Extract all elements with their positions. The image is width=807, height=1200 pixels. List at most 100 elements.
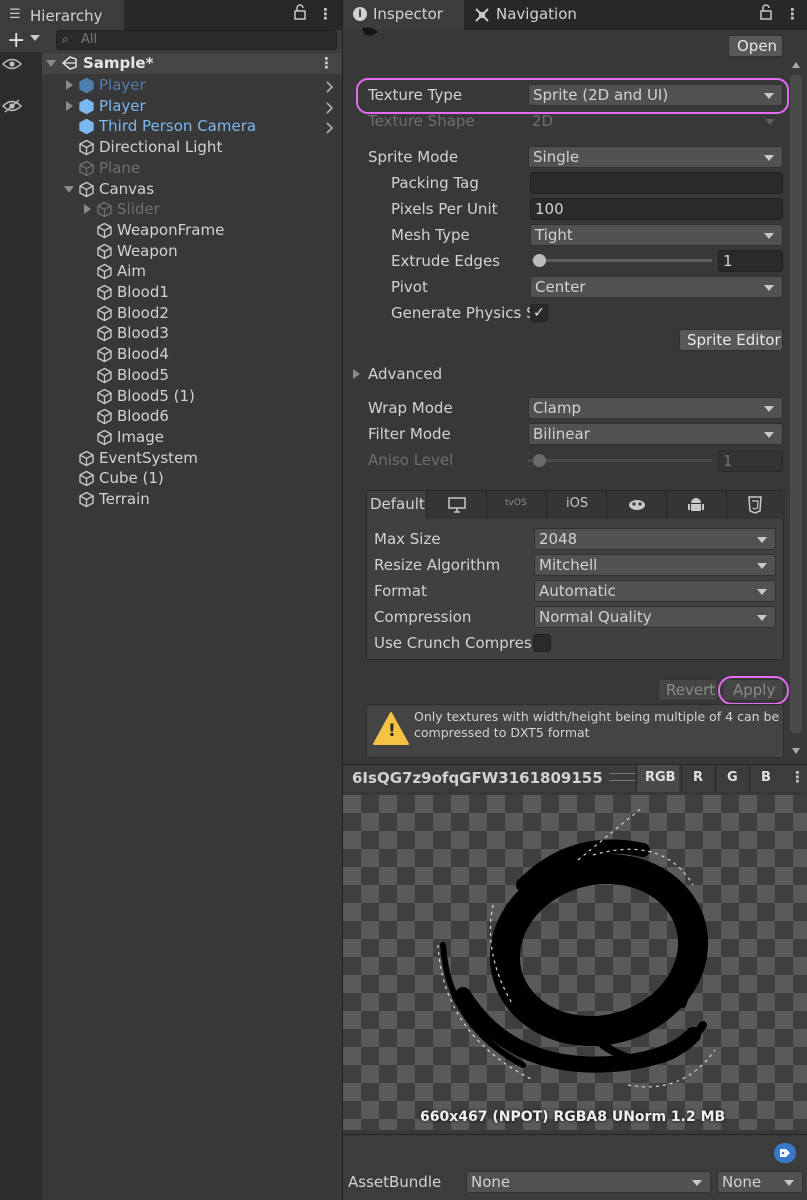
search-icon: ⌕ <box>62 32 69 46</box>
hierarchy-row[interactable]: Image <box>42 427 342 448</box>
platform-tab-standalone[interactable] <box>427 491 487 519</box>
foldout-collapsed-icon[interactable] <box>353 369 360 379</box>
foldout-expanded-icon[interactable] <box>46 60 56 67</box>
channel-button[interactable]: RGB <box>636 765 679 792</box>
platform-tab-default[interactable]: Default <box>367 491 427 519</box>
hierarchy-row[interactable]: Cube (1) <box>42 468 342 489</box>
advanced-foldout[interactable]: Advanced <box>368 365 442 383</box>
lock-icon[interactable] <box>293 4 307 24</box>
channel-button[interactable]: R <box>681 765 713 792</box>
hierarchy-row[interactable]: Blood6 <box>42 406 342 427</box>
mesh-type-value: Tight <box>535 226 573 244</box>
hierarchy-row[interactable]: Player <box>42 96 342 117</box>
asset-bundle-label: AssetBundle <box>348 1173 442 1191</box>
format-dropdown[interactable]: Automatic <box>534 580 776 602</box>
tab-inspector-label: Inspector <box>373 5 443 23</box>
compression-dropdown[interactable]: Normal Quality <box>534 606 776 628</box>
sprite-editor-button[interactable]: Sprite Editor <box>679 329 783 351</box>
label-tag-icon[interactable] <box>774 1143 796 1163</box>
hierarchy-row[interactable]: WeaponFrame <box>42 220 342 241</box>
scene-row[interactable]: Sample* ⋮ <box>42 53 342 74</box>
extrude-edges-input[interactable]: 1 <box>718 250 783 272</box>
use-crunch-label: Use Crunch Compress <box>374 634 532 652</box>
use-crunch-checkbox[interactable] <box>533 634 551 652</box>
hierarchy-row[interactable]: Canvas <box>42 179 342 200</box>
chevron-right-icon[interactable] <box>326 120 334 138</box>
hierarchy-row[interactable]: Blood2 <box>42 303 342 324</box>
hierarchy-row[interactable]: Weapon <box>42 241 342 262</box>
hierarchy-row[interactable]: Player <box>42 75 342 96</box>
packing-tag-input[interactable] <box>530 172 783 194</box>
pixels-per-unit-input[interactable]: 100 <box>530 198 783 220</box>
hierarchy-tab[interactable]: ☰ Hierarchy <box>0 0 124 30</box>
platform-tab-default-label: Default <box>370 495 425 513</box>
hierarchy-row[interactable]: Blood5 (1) <box>42 386 342 407</box>
more-menu-icon[interactable]: ⋮ <box>318 5 333 23</box>
revert-button[interactable]: Revert <box>658 679 718 701</box>
ink-circle-image <box>437 806 716 1088</box>
chevron-right-icon[interactable] <box>326 100 334 118</box>
chevron-right-icon[interactable] <box>326 79 334 97</box>
platform-tab-webgl[interactable] <box>607 491 667 519</box>
hierarchy-item-label: Blood3 <box>117 324 169 343</box>
max-size-label: Max Size <box>374 530 441 548</box>
hierarchy-item-label: Blood4 <box>117 345 169 364</box>
aniso-level-label: Aniso Level <box>368 451 454 469</box>
hierarchy-row[interactable]: Terrain <box>42 489 342 510</box>
add-button[interactable]: + <box>7 28 25 53</box>
scene-menu-icon[interactable]: ⋮ <box>319 54 334 72</box>
tab-navigation[interactable]: Navigation <box>466 0 596 30</box>
hierarchy-row[interactable]: Plane <box>42 158 342 179</box>
extrude-edges-label: Extrude Edges <box>391 252 500 270</box>
scroll-down-icon[interactable] <box>792 748 800 754</box>
hierarchy-row[interactable]: Slider <box>42 199 342 220</box>
asset-bundle-dropdown[interactable]: None <box>466 1171 711 1193</box>
pixels-per-unit-label: Pixels Per Unit <box>391 200 498 218</box>
hierarchy-row[interactable]: EventSystem <box>42 448 342 469</box>
channel-button[interactable]: G <box>715 765 747 792</box>
hierarchy-row[interactable]: Aim <box>42 261 342 282</box>
hierarchy-row[interactable]: Third Person Camera <box>42 116 342 137</box>
hierarchy-item-label: EventSystem <box>99 448 198 467</box>
open-button[interactable]: Open <box>728 35 783 57</box>
platform-tab-tvos[interactable]: tvOS <box>487 491 547 519</box>
chevron-down-icon[interactable] <box>30 35 40 41</box>
chevron-down-icon <box>757 589 767 595</box>
eye-icon[interactable] <box>2 57 22 75</box>
asset-bundle-variant-dropdown[interactable]: None <box>717 1171 803 1193</box>
lock-icon[interactable] <box>759 4 773 24</box>
hierarchy-row[interactable]: Blood3 <box>42 323 342 344</box>
format-label: Format <box>374 582 427 600</box>
hierarchy-row[interactable]: Directional Light <box>42 137 342 158</box>
pivot-dropdown[interactable]: Center <box>530 276 783 298</box>
platform-tab-android[interactable] <box>667 491 727 519</box>
sprite-mode-dropdown[interactable]: Single <box>528 146 783 168</box>
foldout-collapsed-icon[interactable] <box>84 204 91 215</box>
preview-menu-icon[interactable]: ⋮ <box>790 768 805 786</box>
scroll-up-icon[interactable] <box>792 62 800 68</box>
max-size-dropdown[interactable]: 2048 <box>534 528 776 550</box>
hierarchy-item-label: Blood6 <box>117 407 169 426</box>
resize-algorithm-dropdown[interactable]: Mitchell <box>534 554 776 576</box>
extrude-edges-slider-track[interactable] <box>532 259 712 262</box>
foldout-collapsed-icon[interactable] <box>66 100 73 111</box>
hierarchy-row[interactable]: Blood1 <box>42 282 342 303</box>
wrap-mode-dropdown[interactable]: Clamp <box>528 397 783 419</box>
eye-icon[interactable] <box>2 99 22 117</box>
filter-mode-dropdown[interactable]: Bilinear <box>528 423 783 445</box>
hierarchy-row[interactable]: Blood5 <box>42 365 342 386</box>
mesh-type-dropdown[interactable]: Tight <box>530 224 783 246</box>
more-menu-icon[interactable]: ⋮ <box>785 5 800 23</box>
search-input[interactable]: ⌕ All <box>56 30 337 50</box>
foldout-collapsed-icon[interactable] <box>66 80 73 90</box>
hierarchy-row[interactable]: Blood4 <box>42 344 342 365</box>
generate-physics-checkbox[interactable]: ✓ <box>530 304 548 322</box>
channel-button[interactable]: B <box>749 765 781 792</box>
foldout-expanded-icon[interactable] <box>64 185 74 193</box>
drag-handle-icon[interactable] <box>609 773 635 781</box>
platform-tab-ios[interactable]: iOS <box>547 491 607 519</box>
inspector-scrollbar[interactable] <box>790 74 802 734</box>
texture-type-dropdown[interactable]: Sprite (2D and UI) <box>528 84 783 106</box>
hierarchy-item-label: Canvas <box>99 179 155 198</box>
platform-tab-html5[interactable] <box>727 491 785 519</box>
